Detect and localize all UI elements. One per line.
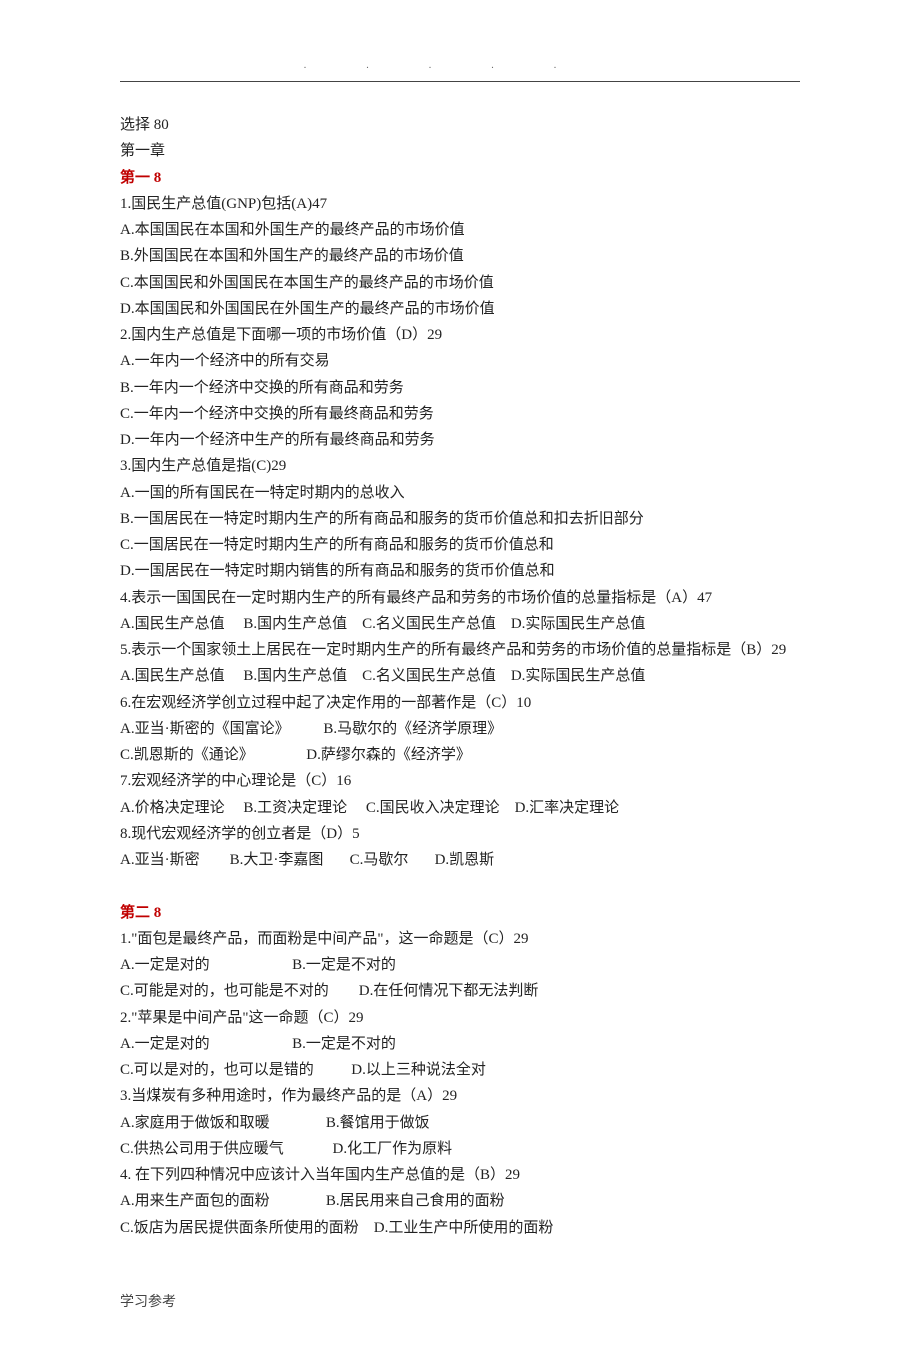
s1-q1-a: A.本国国民在本国和外国生产的最终产品的市场价值 [120,217,800,243]
s2-q4-row2: C.饭店为居民提供面条所使用的面粉 D.工业生产中所使用的面粉 [120,1215,800,1241]
intro-select: 选择 80 [120,112,800,138]
footer-text: 学习参考 [120,1291,800,1311]
s2-q4-stem: 4. 在下列四种情况中应该计入当年国内生产总值的是（B）29 [120,1162,800,1188]
s1-q6-row2: C.凯恩斯的《通论》 D.萨缪尔森的《经济学》 [120,742,800,768]
s1-q1-b: B.外国国民在本国和外国生产的最终产品的市场价值 [120,243,800,269]
s2-q3-row1: A.家庭用于做饭和取暖 B.餐馆用于做饭 [120,1110,800,1136]
s1-q8-stem: 8.现代宏观经济学的创立者是（D）5 [120,821,800,847]
s1-q8-opts: A.亚当·斯密 B.大卫·李嘉图 C.马歇尔 D.凯恩斯 [120,847,800,873]
s2-q1-row2: C.可能是对的，也可能是不对的 D.在任何情况下都无法判断 [120,978,800,1004]
s1-q2-stem: 2.国内生产总值是下面哪一项的市场价值（D）29 [120,322,800,348]
s1-q1-d: D.本国国民和外国国民在外国生产的最终产品的市场价值 [120,296,800,322]
s1-q3-a: A.一国的所有国民在一特定时期内的总收入 [120,480,800,506]
document-page: ..... 选择 80 第一章 第一 8 1.国民生产总值(GNP)包括(A)4… [0,0,920,1351]
s2-q2-stem: 2."苹果是中间产品"这一命题（C）29 [120,1005,800,1031]
s1-q1-stem: 1.国民生产总值(GNP)包括(A)47 [120,191,800,217]
blank-gap [120,873,800,899]
s2-q2-row1: A.一定是对的 B.一定是不对的 [120,1031,800,1057]
s1-q4-opts: A.国民生产总值 B.国内生产总值 C.名义国民生产总值 D.实际国民生产总值 [120,611,800,637]
s2-q3-stem: 3.当煤炭有多种用途时，作为最终产品的是（A）29 [120,1083,800,1109]
s1-q3-d: D.一国居民在一特定时期内销售的所有商品和服务的货币价值总和 [120,558,800,584]
s2-q2-row2: C.可以是对的，也可以是错的 D.以上三种说法全对 [120,1057,800,1083]
s1-q6-row1: A.亚当·斯密的《国富论》 B.马歇尔的《经济学原理》 [120,716,800,742]
s1-q3-stem: 3.国内生产总值是指(C)29 [120,453,800,479]
s1-q7-stem: 7.宏观经济学的中心理论是（C）16 [120,768,800,794]
s2-q3-row2: C.供热公司用于供应暖气 D.化工厂作为原料 [120,1136,800,1162]
top-rule [120,81,800,82]
section1-header: 第一 8 [120,165,800,191]
s1-q1-c: C.本国国民和外国国民在本国生产的最终产品的市场价值 [120,270,800,296]
s1-q7-opts: A.价格决定理论 B.工资决定理论 C.国民收入决定理论 D.汇率决定理论 [120,795,800,821]
s1-q4-stem: 4.表示一国国民在一定时期内生产的所有最终产品和劳务的市场价值的总量指标是（A）… [120,585,800,611]
header-dots: ..... [120,60,800,71]
s1-q5-stem: 5.表示一个国家领土上居民在一定时期内生产的所有最终产品和劳务的市场价值的总量指… [120,637,800,663]
s2-q1-stem: 1."面包是最终产品，而面粉是中间产品"，这一命题是（C）29 [120,926,800,952]
s1-q6-stem: 6.在宏观经济学创立过程中起了决定作用的一部著作是（C）10 [120,690,800,716]
s2-q4-row1: A.用来生产面包的面粉 B.居民用来自己食用的面粉 [120,1188,800,1214]
s1-q2-c: C.一年内一个经济中交换的所有最终商品和劳务 [120,401,800,427]
s1-q2-d: D.一年内一个经济中生产的所有最终商品和劳务 [120,427,800,453]
s2-q1-row1: A.一定是对的 B.一定是不对的 [120,952,800,978]
s1-q2-b: B.一年内一个经济中交换的所有商品和劳务 [120,375,800,401]
s1-q3-c: C.一国居民在一特定时期内生产的所有商品和服务的货币价值总和 [120,532,800,558]
section2-header: 第二 8 [120,900,800,926]
s1-q5-opts: A.国民生产总值 B.国内生产总值 C.名义国民生产总值 D.实际国民生产总值 [120,663,800,689]
s1-q3-b: B.一国居民在一特定时期内生产的所有商品和服务的货币价值总和扣去折旧部分 [120,506,800,532]
s1-q2-a: A.一年内一个经济中的所有交易 [120,348,800,374]
intro-chapter: 第一章 [120,138,800,164]
